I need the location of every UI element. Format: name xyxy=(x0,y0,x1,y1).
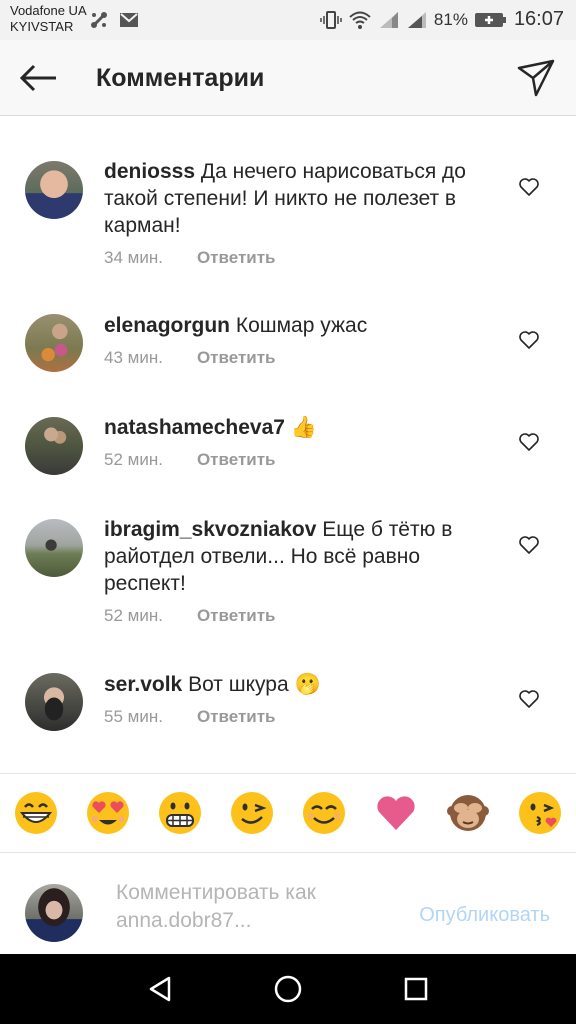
battery-icon xyxy=(474,10,508,30)
like-button[interactable] xyxy=(516,327,542,353)
comment-composer: Комментировать как anna.dobr87... Опубли… xyxy=(0,854,576,954)
kiss-emoji[interactable] xyxy=(518,791,562,835)
grin-emoji[interactable] xyxy=(14,791,58,835)
signal-icon-2 xyxy=(406,10,428,30)
nav-home-button[interactable] xyxy=(273,974,303,1004)
like-button[interactable] xyxy=(516,532,542,558)
comment-username[interactable]: ibragim_skvozniakov xyxy=(104,518,316,541)
avatar[interactable] xyxy=(25,673,83,731)
comment-input-username: anna.dobr87... xyxy=(116,909,252,932)
heart-eyes-emoji[interactable] xyxy=(86,791,130,835)
wink-emoji[interactable] xyxy=(230,791,274,835)
send-button[interactable] xyxy=(514,56,558,100)
square-recents-icon xyxy=(404,977,428,1001)
comment-username[interactable]: deniosss xyxy=(104,160,195,183)
header: Комментарии xyxy=(0,40,576,116)
triangle-back-icon xyxy=(149,976,171,1002)
comment-time: 55 мин. xyxy=(104,707,163,726)
avatar[interactable] xyxy=(25,161,83,219)
heart-outline-icon xyxy=(519,433,539,451)
smile-emoji[interactable] xyxy=(302,791,346,835)
heart-outline-icon xyxy=(519,178,539,196)
vibrate-icon xyxy=(320,9,342,31)
see-no-evil-monkey-emoji[interactable] xyxy=(446,791,490,835)
like-button[interactable] xyxy=(516,686,542,712)
back-button[interactable] xyxy=(16,58,60,98)
comment-text: Кошмар ужас xyxy=(235,314,368,337)
circle-home-icon xyxy=(274,975,302,1003)
comment-time: 34 мин. xyxy=(104,248,163,267)
reply-button[interactable]: Ответить xyxy=(197,606,276,626)
reply-button[interactable]: Ответить xyxy=(197,450,276,470)
reply-button[interactable]: Ответить xyxy=(197,707,276,727)
current-user-avatar xyxy=(25,884,83,942)
comment-username[interactable]: elenagorgun xyxy=(104,314,230,337)
avatar[interactable] xyxy=(25,417,83,475)
comment-time: 52 мин. xyxy=(104,606,163,625)
heart-emoji[interactable] xyxy=(374,791,418,835)
paper-plane-icon xyxy=(517,59,555,97)
comment-username[interactable]: ser.volk xyxy=(104,673,182,696)
avatar[interactable] xyxy=(25,314,83,372)
nfc-icon xyxy=(88,9,110,36)
nav-back-button[interactable] xyxy=(145,974,175,1004)
comment-input-placeholder: Комментировать как xyxy=(116,881,316,904)
heart-outline-icon xyxy=(519,536,539,554)
status-bar: Vodafone UA KYIVSTAR 81% 16:07 xyxy=(0,0,576,40)
signal-icon-1 xyxy=(378,10,400,30)
comment-time: 43 мин. xyxy=(104,348,163,367)
publish-button[interactable]: Опубликовать xyxy=(419,904,550,927)
comment-text: 👍 xyxy=(290,416,317,439)
heart-outline-icon xyxy=(519,331,539,349)
wifi-icon xyxy=(348,10,372,30)
comment-username[interactable]: natashamecheva7 xyxy=(104,416,285,439)
arrow-left-icon xyxy=(19,64,56,92)
carrier-label: Vodafone UA KYIVSTAR xyxy=(10,3,87,35)
mail-icon xyxy=(118,9,140,36)
comment-text: Вот шкура 🫢 xyxy=(188,673,321,696)
battery-percent: 81% xyxy=(433,9,468,29)
like-button[interactable] xyxy=(516,174,542,200)
page-title: Комментарии xyxy=(96,64,265,92)
carrier-primary: Vodafone UA xyxy=(10,3,87,18)
clock: 16:07 xyxy=(513,8,564,30)
grimace-emoji[interactable] xyxy=(158,791,202,835)
reply-button[interactable]: Ответить xyxy=(197,348,276,368)
avatar[interactable] xyxy=(25,519,83,577)
emoji-bar xyxy=(0,773,576,853)
reply-button[interactable]: Ответить xyxy=(197,248,276,268)
comment-time: 52 мин. xyxy=(104,450,163,469)
heart-outline-icon xyxy=(519,690,539,708)
nav-recents-button[interactable] xyxy=(401,974,431,1004)
like-button[interactable] xyxy=(516,429,542,455)
comment-input[interactable]: Комментировать как anna.dobr87... xyxy=(116,879,386,935)
carrier-secondary: KYIVSTAR xyxy=(10,19,74,34)
system-nav-bar xyxy=(0,954,576,1024)
